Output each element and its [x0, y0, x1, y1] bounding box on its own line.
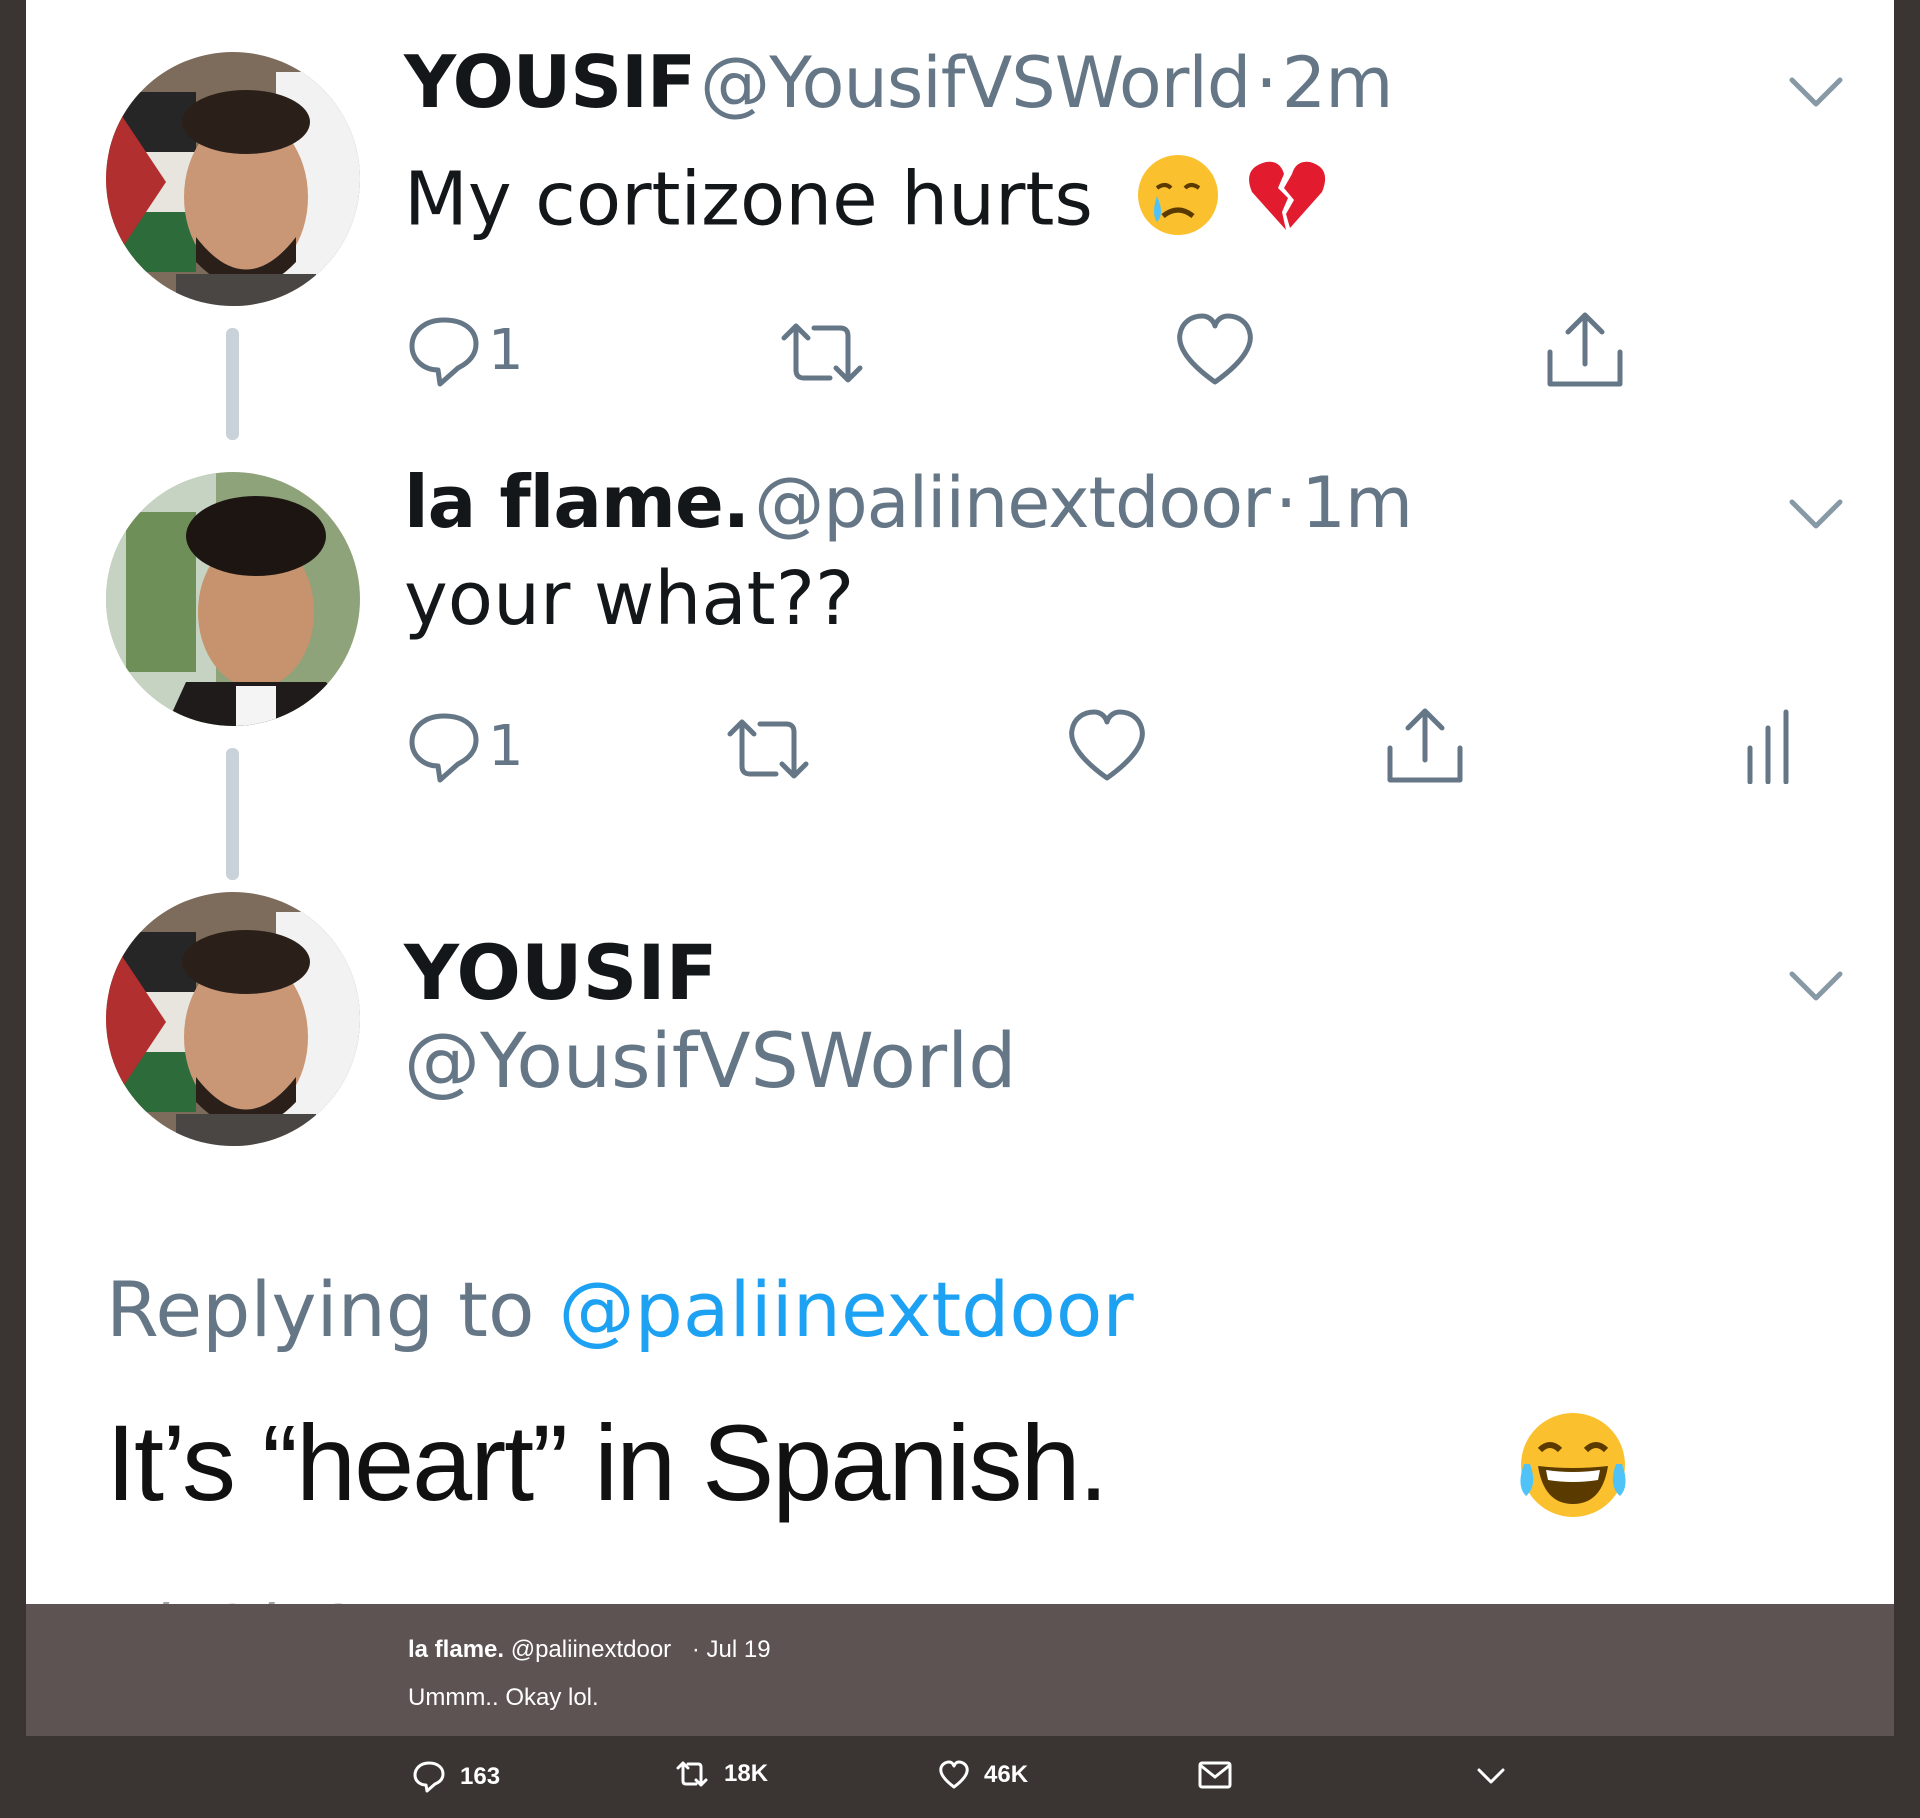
user-handle[interactable]: @paliinextdoor [754, 462, 1271, 544]
retweet-icon[interactable] [772, 318, 872, 388]
avatar[interactable] [106, 472, 360, 726]
message-icon[interactable] [1198, 1760, 1232, 1790]
bottom-action-bar: 163 18K 46K [0, 1736, 1920, 1818]
chevron-down-icon[interactable] [1476, 1766, 1506, 1786]
broken-heart-icon [1244, 152, 1330, 256]
share-icon[interactable] [1544, 310, 1626, 390]
tweet-text: My cortizone hurts [404, 152, 1330, 256]
tweet-time[interactable]: 2m [1282, 42, 1394, 124]
tweet-text-content: My cortizone hurts [404, 156, 1093, 243]
reply-button[interactable]: 1 [406, 312, 524, 388]
overlay-header: la flame. @paliinextdoor · Jul 19 [408, 1636, 771, 1664]
tweet-header: YOUSIF @YousifVSWorld · 2m [404, 40, 1393, 124]
display-name[interactable]: YOUSIF [404, 40, 696, 124]
tweet-time[interactable]: 1m [1301, 462, 1413, 544]
overlay-text: Ummm.. Okay lol. [408, 1684, 599, 1711]
replies-count: 163 [460, 1763, 501, 1790]
user-handle[interactable]: @YousifVSWorld [700, 42, 1251, 124]
reply-count: 1 [488, 713, 524, 779]
replying-prefix: Replying to [106, 1265, 535, 1354]
display-name[interactable]: YOUSIF [404, 928, 718, 1017]
face-with-tears-of-joy-icon [1520, 1413, 1626, 1517]
user-handle[interactable]: @YousifVSWorld [404, 1016, 1017, 1105]
reply-button[interactable]: 1 [406, 708, 524, 784]
tweet-main-text: It’s “heart” in Spanish. [106, 1402, 1109, 1523]
retweets-button[interactable]: 18K [674, 1760, 768, 1788]
retweet-icon[interactable] [718, 714, 818, 784]
retweet-icon [676, 1761, 708, 1787]
tweet-timestamp[interactable]: 7/19/18, 5:44 PM [106, 1588, 685, 1604]
reply-icon [409, 317, 479, 387]
overlay-display-name[interactable]: la flame. [408, 1636, 504, 1663]
likes-count: 46K [984, 1761, 1029, 1788]
chevron-down-icon[interactable] [1788, 72, 1844, 112]
chevron-down-icon[interactable] [1788, 966, 1844, 1006]
embedded-reply-overlay[interactable]: la flame. @paliinextdoor · Jul 19 Ummm..… [26, 1604, 1894, 1736]
like-heart-icon [939, 1760, 969, 1789]
reply-count: 1 [488, 317, 524, 383]
tweet-text: your what?? [404, 556, 855, 642]
overlay-date: · Jul 19 [691, 1636, 771, 1663]
reply-icon [409, 713, 479, 783]
avatar[interactable] [106, 52, 360, 306]
chevron-down-icon[interactable] [1788, 494, 1844, 534]
avatar[interactable] [106, 892, 360, 1146]
reply-mention-link[interactable]: @paliinextdoor [559, 1265, 1134, 1354]
replies-button[interactable]: 163 [412, 1760, 500, 1794]
likes-button[interactable]: 46K [938, 1760, 1028, 1790]
reply-icon [413, 1761, 445, 1793]
overlay-handle[interactable]: @paliinextdoor [511, 1636, 671, 1663]
tweet-header: la flame. @paliinextdoor · 1m [404, 460, 1413, 544]
like-heart-icon[interactable] [1066, 708, 1148, 784]
replying-to: Replying to @paliinextdoor [106, 1265, 1134, 1354]
separator: · [1255, 42, 1277, 124]
thread-connector [226, 748, 239, 880]
tweet-thread-card: YOUSIF @YousifVSWorld · 2m My cortizone … [26, 0, 1894, 1604]
crying-face-icon [1135, 152, 1221, 256]
analytics-icon[interactable] [1742, 708, 1802, 784]
like-heart-icon[interactable] [1174, 312, 1256, 388]
retweets-count: 18K [724, 1760, 769, 1787]
display-name[interactable]: la flame. [404, 460, 750, 544]
share-icon[interactable] [1384, 706, 1466, 786]
separator: · [1274, 462, 1297, 544]
thread-connector [226, 328, 239, 440]
